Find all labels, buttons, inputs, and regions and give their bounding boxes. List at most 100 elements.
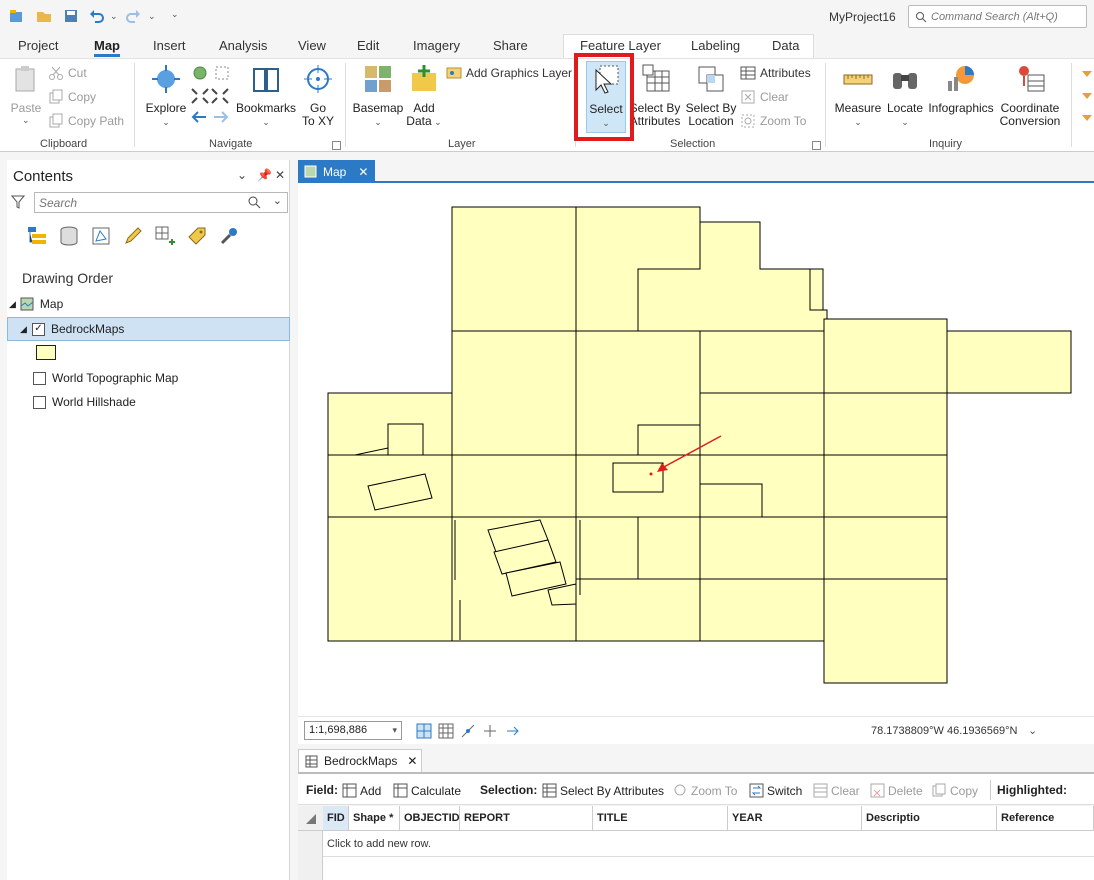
open-project-icon[interactable] — [36, 8, 52, 24]
tab-feature-layer[interactable]: Feature Layer — [580, 38, 661, 53]
new-project-icon[interactable] — [8, 8, 24, 24]
close-icon[interactable]: ✕ — [407, 754, 417, 768]
cut-button[interactable]: Cut — [48, 65, 87, 81]
list-by-data-source-icon[interactable] — [58, 225, 80, 247]
tab-view[interactable]: View — [298, 38, 326, 53]
coordinate-conversion-button[interactable]: Coordinate Conversion — [998, 63, 1062, 128]
clear-selection-button[interactable]: Clear — [813, 783, 860, 798]
select-by-attributes-button[interactable]: Select By Attributes — [542, 783, 664, 798]
tab-imagery[interactable]: Imagery — [413, 38, 460, 53]
list-by-perspective-imagery-icon[interactable] — [218, 225, 240, 247]
paste-button[interactable]: Paste — [8, 63, 44, 115]
select-all-corner[interactable] — [298, 806, 323, 831]
bookmarks-button[interactable]: Bookmarks ⌄ — [236, 63, 296, 129]
snapping-icon[interactable] — [460, 723, 476, 739]
attribute-table-grid[interactable]: FID Shape * OBJECTID REPORT TITLE YEAR D… — [298, 806, 1094, 880]
scale-selector[interactable]: 1:1,698,886 ▾ — [304, 721, 402, 740]
pane-options-icon[interactable]: ⌄ — [237, 168, 247, 182]
calculate-field-button[interactable]: Calculate — [393, 783, 461, 798]
collapse-icon[interactable]: ◢ — [9, 299, 16, 310]
clear-selection-button[interactable]: Clear — [740, 89, 789, 105]
filter-icon[interactable] — [11, 195, 25, 209]
back-extent-icon[interactable] — [190, 109, 208, 125]
measure-button[interactable]: Measure ⌄ — [834, 63, 882, 129]
zoom-to-selection-button[interactable]: Zoom To — [740, 113, 806, 129]
column-header-title[interactable]: TITLE — [593, 806, 728, 831]
constraint-icon[interactable] — [482, 723, 498, 739]
list-by-labeling-icon[interactable] — [186, 225, 208, 247]
list-by-selection-icon[interactable] — [90, 225, 112, 247]
save-project-icon[interactable] — [63, 8, 79, 24]
list-by-editing-icon[interactable] — [122, 225, 144, 247]
add-data-button[interactable]: Add Data ⌄ — [406, 63, 442, 129]
select-by-location-button[interactable]: Select By Location — [684, 63, 738, 128]
zoom-to-button[interactable]: Zoom To — [673, 783, 737, 798]
add-new-row[interactable]: Click to add new row. — [323, 832, 1094, 857]
explore-button[interactable]: Explore ⌄ — [144, 63, 188, 129]
tab-insert[interactable]: Insert — [153, 38, 186, 53]
attribute-table-tab[interactable]: BedrockMaps ✕ — [298, 749, 422, 772]
zoom-extent-icon[interactable] — [190, 87, 230, 105]
copy-path-button[interactable]: Copy Path — [48, 113, 124, 129]
navigate-dialog-launcher[interactable] — [332, 141, 341, 150]
refresh-icon[interactable] — [504, 723, 520, 739]
labeling-overflow-icon[interactable] — [1080, 65, 1094, 125]
selection-dialog-launcher[interactable] — [812, 141, 821, 150]
tab-labeling[interactable]: Labeling — [691, 38, 740, 53]
tab-data[interactable]: Data — [772, 38, 799, 53]
coordinate-format-dropdown-icon[interactable]: ⌄ — [1028, 724, 1037, 737]
add-field-button[interactable]: Add — [342, 783, 381, 798]
table-grid-icon[interactable] — [438, 723, 454, 739]
attributes-button[interactable]: Attributes — [740, 65, 811, 81]
fixed-zoom-icon[interactable] — [214, 65, 230, 81]
contents-search-input[interactable] — [35, 193, 235, 212]
select-by-attributes-button[interactable]: Select By Attributes — [628, 63, 682, 128]
basemap-button[interactable]: Basemap ⌄ — [352, 63, 404, 129]
list-by-snapping-icon[interactable] — [154, 225, 176, 247]
map-node[interactable]: ◢ Map — [9, 297, 63, 311]
copy-button[interactable]: Copy — [932, 783, 978, 798]
search-icon[interactable] — [248, 196, 261, 209]
infographics-button[interactable]: Infographics — [928, 63, 994, 115]
column-header-reference[interactable]: Reference — [997, 806, 1094, 831]
layer-visibility-checkbox[interactable] — [33, 395, 46, 409]
map-canvas[interactable] — [298, 183, 1094, 716]
close-icon[interactable]: ✕ — [358, 165, 368, 179]
layer-row-world-hillshade[interactable]: World Hillshade — [33, 395, 136, 409]
column-header-objectid[interactable]: OBJECTID — [400, 806, 460, 831]
close-icon[interactable]: ✕ — [275, 168, 285, 182]
undo-dropdown-icon[interactable]: ⌄ — [110, 11, 118, 22]
column-header-descriptio[interactable]: Descriptio — [862, 806, 997, 831]
map-view-tab[interactable]: Map ✕ — [298, 160, 375, 183]
tab-map[interactable]: Map — [94, 38, 120, 57]
bedrockmaps-symbol-swatch[interactable] — [36, 345, 56, 360]
tab-analysis[interactable]: Analysis — [219, 38, 267, 53]
column-header-year[interactable]: YEAR — [728, 806, 862, 831]
delete-button[interactable]: Delete — [870, 783, 923, 798]
layer-visibility-checkbox[interactable] — [33, 371, 46, 385]
copy-button[interactable]: Copy — [48, 89, 96, 105]
contents-search-field[interactable]: ⌄ — [34, 192, 288, 213]
layer-visibility-checkbox[interactable]: ✓ — [32, 322, 45, 336]
tab-share[interactable]: Share — [493, 38, 528, 53]
tab-edit[interactable]: Edit — [357, 38, 379, 53]
undo-icon[interactable] — [89, 8, 105, 24]
search-options-icon[interactable]: ⌄ — [273, 194, 282, 207]
full-extent-icon[interactable] — [192, 65, 208, 81]
list-by-drawing-order-icon[interactable] — [26, 225, 48, 247]
layer-row-bedrockmaps[interactable]: ◢ ✓ BedrockMaps — [7, 317, 290, 341]
add-graphics-layer-button[interactable]: Add Graphics Layer — [446, 65, 572, 81]
customize-toolbar-icon[interactable]: ⌄ — [171, 9, 179, 20]
grid-toggle-icon[interactable] — [416, 723, 432, 739]
select-button[interactable]: Select ⌄ — [586, 61, 626, 133]
go-to-xy-button[interactable]: Go To XY — [300, 63, 336, 128]
layer-row-world-topographic-map[interactable]: World Topographic Map — [33, 371, 178, 385]
column-header-shape[interactable]: Shape * — [349, 806, 400, 831]
pin-icon[interactable]: 📌 — [257, 168, 272, 182]
command-search-input[interactable]: Command Search (Alt+Q) — [908, 5, 1087, 28]
column-header-fid[interactable]: FID — [323, 806, 349, 831]
tab-project[interactable]: Project — [18, 38, 58, 53]
collapse-icon[interactable]: ◢ — [20, 324, 27, 335]
bedrock-polygons-layer[interactable] — [298, 183, 1094, 716]
switch-selection-button[interactable]: Switch — [749, 783, 802, 798]
